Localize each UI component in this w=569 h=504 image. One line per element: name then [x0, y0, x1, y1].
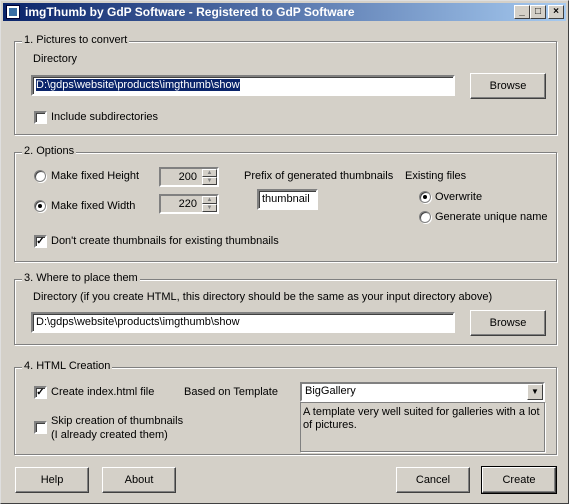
overwrite-label[interactable]: Overwrite	[435, 191, 482, 203]
spin-down-icon[interactable]: ▼	[202, 177, 217, 185]
destination-directory-input[interactable]: D:\gdps\website\products\imgthumb\show	[31, 312, 455, 333]
template-selected-value: BigGallery	[305, 385, 356, 397]
options-legend: 2. Options	[22, 145, 77, 157]
based-on-template-label: Based on Template	[184, 386, 278, 398]
unique-name-radio[interactable]	[419, 211, 431, 223]
create-index-label[interactable]: Create index.html file	[51, 386, 154, 398]
unique-name-label[interactable]: Generate unique name	[435, 211, 548, 223]
dont-create-label[interactable]: Don't create thumbnails for existing thu…	[51, 235, 279, 247]
fixed-width-spin-buttons[interactable]: ▲ ▼	[202, 196, 217, 212]
close-button[interactable]: ×	[548, 5, 564, 19]
create-index-checkbox[interactable]: ✓	[34, 386, 47, 399]
chevron-down-icon[interactable]: ▼	[527, 384, 543, 400]
destination-browse-button[interactable]: Browse	[470, 310, 546, 336]
fixed-width-value: 220	[178, 198, 197, 210]
fixed-width-radio[interactable]	[34, 200, 46, 212]
title-bar: imgThumb by GdP Software - Registered to…	[3, 3, 566, 21]
destination-directory-label: Directory (if you create HTML, this dire…	[33, 291, 493, 303]
spin-up-icon[interactable]: ▲	[202, 169, 217, 177]
fixed-height-spin-buttons[interactable]: ▲ ▼	[202, 169, 217, 185]
skip-creation-label-line1[interactable]: Skip creation of thumbnails	[51, 415, 183, 427]
window-title: imgThumb by GdP Software - Registered to…	[25, 5, 355, 19]
minimize-button[interactable]: _	[514, 5, 530, 19]
include-subdirectories-label[interactable]: Include subdirectories	[51, 111, 158, 123]
spin-down-icon[interactable]: ▼	[202, 204, 217, 212]
cancel-button[interactable]: Cancel	[396, 467, 470, 493]
spin-up-icon[interactable]: ▲	[202, 196, 217, 204]
main-window: imgThumb by GdP Software - Registered to…	[0, 0, 569, 504]
template-select[interactable]: BigGallery ▼	[300, 382, 545, 402]
dont-create-checkbox[interactable]: ✓	[34, 235, 47, 248]
destination-legend: 3. Where to place them	[22, 272, 140, 284]
prefix-input[interactable]: thumbnail	[257, 189, 318, 210]
fixed-width-label[interactable]: Make fixed Width	[51, 200, 135, 212]
fixed-height-radio[interactable]	[34, 170, 46, 182]
fixed-height-label[interactable]: Make fixed Height	[51, 170, 139, 182]
maximize-button[interactable]: □	[530, 5, 546, 19]
pictures-directory-label: Directory	[33, 53, 78, 65]
include-subdirectories-checkbox[interactable]	[34, 111, 47, 124]
overwrite-radio[interactable]	[419, 191, 431, 203]
skip-creation-checkbox[interactable]	[34, 421, 47, 434]
about-button[interactable]: About	[102, 467, 176, 493]
fixed-height-stepper[interactable]: 200 ▲ ▼	[159, 167, 219, 187]
fixed-height-value: 200	[178, 171, 197, 183]
pictures-directory-value: D:\gdps\website\products\imgthumb\show	[36, 79, 240, 91]
pictures-directory-input[interactable]: D:\gdps\website\products\imgthumb\show	[31, 75, 455, 96]
existing-files-label: Existing files	[405, 170, 467, 182]
pictures-browse-button[interactable]: Browse	[470, 73, 546, 99]
html-creation-legend: 4. HTML Creation	[22, 360, 113, 372]
skip-creation-label-line2[interactable]: (I already created them)	[51, 429, 168, 441]
create-button[interactable]: Create	[481, 466, 557, 494]
help-button[interactable]: Help	[15, 467, 89, 493]
template-description: A template very well suited for gallerie…	[300, 402, 545, 452]
pictures-legend: 1. Pictures to convert	[22, 34, 130, 46]
app-icon[interactable]	[6, 5, 20, 19]
prefix-label: Prefix of generated thumbnails	[244, 170, 394, 182]
fixed-width-stepper[interactable]: 220 ▲ ▼	[159, 194, 219, 214]
